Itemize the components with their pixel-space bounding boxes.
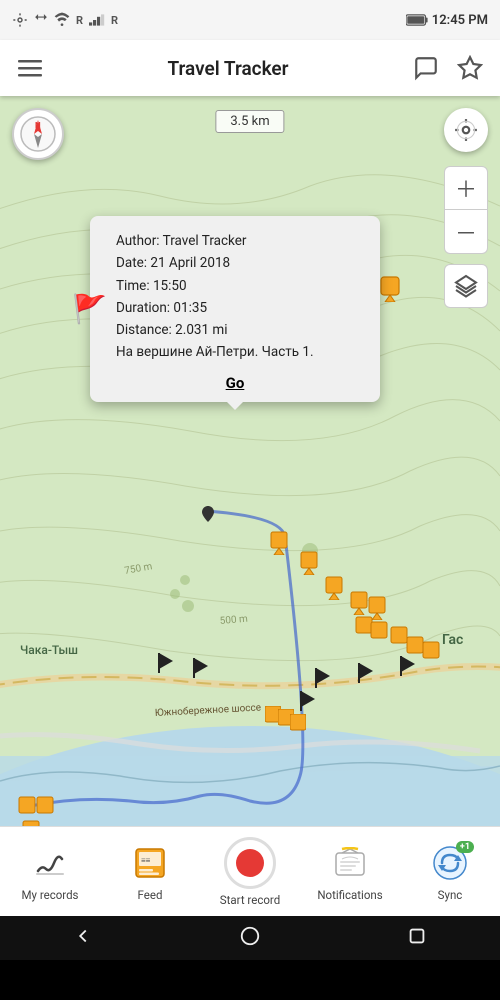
nav-item-sync[interactable]: +1 Sync [400, 842, 500, 902]
app-bar: Travel Tracker [0, 40, 500, 96]
feed-label: Feed [138, 888, 163, 902]
map-controls: ＋ － [444, 166, 488, 308]
map-marker-left-2[interactable] [36, 796, 54, 822]
time-display: 12:45 PM [432, 13, 488, 28]
notifications-label: Notifications [317, 888, 382, 902]
compass[interactable]: N [12, 108, 64, 160]
flag-marker-6[interactable] [297, 689, 317, 717]
signal-r1: R [76, 14, 83, 27]
popup-author: Author: Travel Tracker [116, 230, 364, 252]
wifi-icon [54, 12, 70, 28]
records-icon [29, 842, 71, 884]
nav-item-notifications[interactable]: Notifications [300, 842, 400, 902]
start-record-icon[interactable] [224, 837, 276, 889]
location-gps-button[interactable] [444, 108, 488, 152]
map-marker-9[interactable] [350, 591, 368, 619]
signal-bars [89, 13, 105, 27]
popup-date: Date: 21 April 2018 [116, 252, 364, 274]
map-marker-12[interactable] [370, 621, 388, 647]
arrows-icon [34, 13, 48, 27]
route-pin-marker[interactable] [202, 506, 214, 526]
map-area[interactable]: 250 m 750 m 500 m Чака-Тыш Гас Южнобереж… [0, 96, 500, 826]
home-button[interactable] [239, 925, 261, 952]
map-scale: 3.5 km [215, 110, 284, 133]
signal-r2: R [111, 14, 118, 27]
popup-title: На вершине Ай-Петри. Часть 1. [116, 341, 364, 363]
popup-flag-icon: 🚩 [72, 292, 107, 325]
back-button[interactable] [72, 925, 94, 952]
nav-item-feed[interactable]: ≡≡ Feed [100, 842, 200, 902]
flag-marker-2[interactable] [190, 656, 210, 684]
zoom-out-button[interactable]: － [444, 210, 488, 254]
records-label: My records [21, 888, 78, 902]
route-line [0, 96, 500, 826]
map-marker-left-1[interactable] [18, 796, 36, 822]
chat-button[interactable] [408, 50, 444, 86]
notifications-icon-wrap [334, 847, 366, 879]
map-marker-8[interactable] [325, 576, 343, 604]
map-marker-4[interactable] [380, 276, 400, 306]
start-record-label: Start record [220, 893, 280, 907]
svg-text:N: N [35, 121, 41, 130]
battery-icon [406, 14, 428, 26]
sync-label: Sync [438, 888, 463, 902]
popup-distance: Distance: 2.031 mi [116, 319, 364, 341]
map-marker-6[interactable] [270, 531, 288, 559]
scale-label: 3.5 km [230, 114, 269, 129]
sync-icon-wrap: +1 [432, 845, 468, 881]
svg-text:≡≡: ≡≡ [141, 856, 151, 865]
status-right: 12:45 PM [406, 13, 488, 28]
popup-time: Time: 15:50 [116, 275, 364, 297]
sync-badge: +1 [456, 841, 474, 853]
sync-icon-container: +1 [429, 842, 471, 884]
nav-item-start-record[interactable]: Start record [200, 837, 300, 907]
nav-item-records[interactable]: My records [0, 842, 100, 902]
map-popup[interactable]: 🚩 Author: Travel Tracker Date: 21 April … [90, 216, 380, 402]
location-icon [12, 12, 28, 28]
map-marker-cluster-3[interactable] [290, 714, 306, 738]
status-left: R R [12, 12, 118, 28]
app-bar-icons [408, 50, 488, 86]
popup-duration: Duration: 01:35 [116, 297, 364, 319]
zoom-in-button[interactable]: ＋ [444, 166, 488, 210]
flag-marker-4[interactable] [355, 661, 375, 689]
popup-content: Author: Travel Tracker Date: 21 April 20… [106, 230, 364, 364]
bottom-nav: My records ≡≡ Feed Start record [0, 826, 500, 916]
android-nav-bar [0, 916, 500, 960]
star-button[interactable] [452, 50, 488, 86]
flag-marker-1[interactable] [155, 651, 175, 679]
map-marker-7[interactable] [300, 551, 318, 579]
record-dot [236, 849, 264, 877]
recents-button[interactable] [406, 925, 428, 952]
notifications-icon-container [329, 842, 371, 884]
map-marker-15[interactable] [422, 641, 440, 667]
layers-button[interactable] [444, 264, 488, 308]
feed-icon: ≡≡ [129, 842, 171, 884]
menu-button[interactable] [12, 56, 48, 80]
app-title: Travel Tracker [48, 57, 408, 80]
popup-go-button[interactable]: Go [106, 374, 364, 392]
status-bar: R R 12:45 PM [0, 0, 500, 40]
